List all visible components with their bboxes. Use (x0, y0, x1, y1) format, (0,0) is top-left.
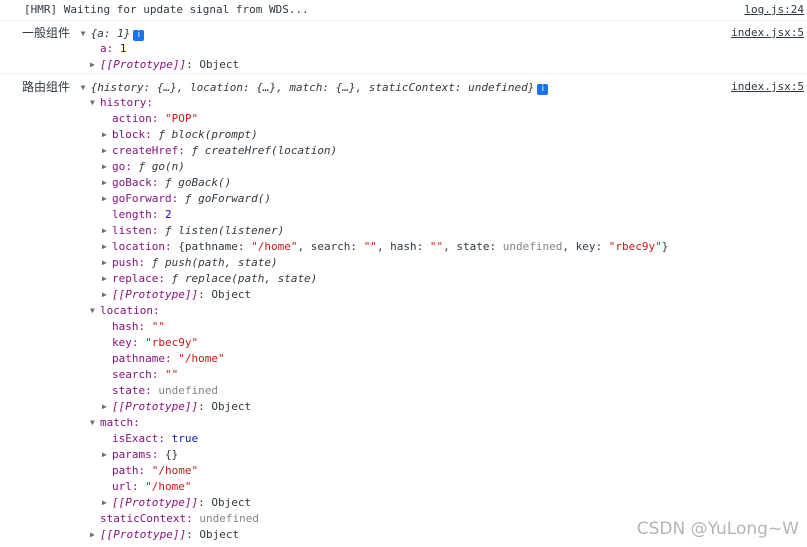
triangle-down-icon[interactable]: ▼ (81, 80, 91, 96)
triangle-right-icon: ▶ (102, 130, 107, 139)
watermark: CSDN @YuLong~W (636, 519, 799, 539)
prop-goForward[interactable]: ▶ goForward: ƒ goForward() (0, 191, 807, 207)
prop-listen[interactable]: ▶ listen: ƒ listen(listener) (0, 223, 807, 239)
console-message-general-component: 一般组件 ▼ {a: 1} i index.jsx:5 a: 1 ▶ [[Protot… (0, 21, 807, 74)
prop-search: search: "" (112, 368, 179, 381)
triangle-down-icon: ▼ (90, 418, 95, 427)
prop-state: state: undefined (112, 384, 218, 397)
triangle-right-icon: ▶ (102, 402, 107, 411)
prop-push[interactable]: ▶ push: ƒ push(path, state) (0, 255, 807, 271)
prototype-key[interactable]: [[Prototype]] (100, 58, 186, 71)
console-message-hmr: [HMR] Waiting for update signal from WDS… (0, 0, 807, 21)
prop-block[interactable]: ▶ block: ƒ block(prompt) (0, 127, 807, 143)
hmr-text: [HMR] Waiting for update signal from WDS… (24, 3, 309, 16)
triangle-right-icon: ▶ (102, 194, 107, 203)
tree-node-match[interactable]: ▼ match: (0, 415, 807, 431)
prop-createHref[interactable]: ▶ createHref: ƒ createHref(location) (0, 143, 807, 159)
prop-key: key: "rbec9y" (112, 336, 199, 349)
triangle-down-icon: ▼ (90, 306, 95, 315)
prop-goBack[interactable]: ▶ goBack: ƒ goBack() (0, 175, 807, 191)
prop-match-prototype[interactable]: ▶ [[Prototype]]: Object (0, 495, 807, 511)
triangle-down-icon[interactable]: ▼ (90, 95, 100, 111)
prop-action: action: "POP" (112, 112, 199, 125)
prop-url: url: "/home" (112, 480, 192, 493)
prop-history-location[interactable]: ▶ location: {pathname: "/home", search: "… (0, 239, 807, 255)
source-link[interactable]: index.jsx:5 (731, 25, 804, 41)
prop-isExact: isExact: true (112, 432, 199, 445)
triangle-right-icon: ▶ (102, 146, 107, 155)
triangle-right-icon: ▶ (102, 226, 107, 235)
tree-node-history[interactable]: ▼ history: (0, 95, 807, 111)
triangle-down-icon[interactable]: ▼ (81, 26, 91, 42)
prop-hash: hash: "" (112, 320, 165, 333)
source-link[interactable]: log.js:24 (744, 2, 804, 18)
prop-history-prototype[interactable]: ▶ [[Prototype]]: Object (0, 287, 807, 303)
prop-path: path: "/home" (112, 464, 199, 477)
prop-pathname: pathname: "/home" (112, 352, 225, 365)
object-summary[interactable]: {history: {…}, location: {…}, match: {…}… (91, 81, 535, 94)
triangle-right-icon: ▶ (90, 530, 95, 539)
triangle-right-icon: ▶ (102, 450, 107, 459)
triangle-right-icon: ▶ (102, 498, 107, 507)
object-summary[interactable]: {a: 1} (91, 27, 131, 40)
tree-node-location[interactable]: ▼ location: (0, 303, 807, 319)
console-message-route-component: 路由组件 ▼ {history: {…}, location: {…}, matc… (0, 74, 807, 547)
info-icon[interactable]: i (133, 30, 145, 41)
triangle-right-icon: ▶ (102, 258, 107, 267)
prop-go[interactable]: ▶ go: ƒ go(n) (0, 159, 807, 175)
prop-length: length: 2 (112, 208, 172, 221)
prop-params[interactable]: ▶ params: {} (0, 447, 807, 463)
prototype-value: Object (199, 58, 240, 71)
triangle-right-icon: ▶ (102, 162, 107, 171)
prop-value: 1 (119, 42, 127, 55)
triangle-right-icon[interactable]: ▶ (90, 57, 100, 73)
log-label: 一般组件 (22, 26, 71, 40)
prop-key: a (100, 42, 107, 55)
source-link[interactable]: index.jsx:5 (731, 79, 804, 95)
info-icon[interactable]: i (537, 84, 549, 95)
triangle-right-icon: ▶ (102, 274, 107, 283)
triangle-right-icon: ▶ (102, 290, 107, 299)
log-label: 路由组件 (22, 80, 71, 94)
prop-location-prototype[interactable]: ▶ [[Prototype]]: Object (0, 399, 807, 415)
triangle-right-icon: ▶ (102, 242, 107, 251)
prop-replace[interactable]: ▶ replace: ƒ replace(path, state) (0, 271, 807, 287)
triangle-right-icon: ▶ (102, 178, 107, 187)
